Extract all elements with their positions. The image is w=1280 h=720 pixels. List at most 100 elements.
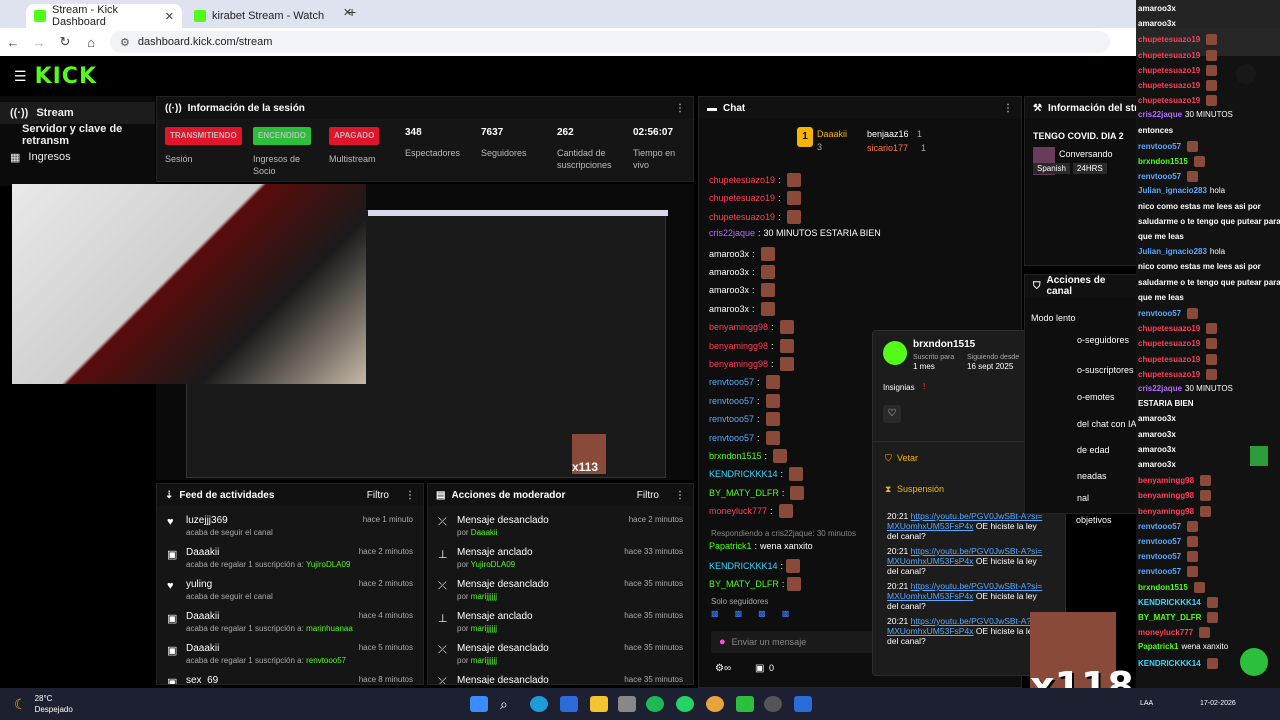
chat-user[interactable]: brxndon1515 bbox=[709, 451, 762, 461]
chat-user[interactable]: renvtooo57 bbox=[709, 414, 754, 424]
activity-recipient[interactable]: renvtooo57 bbox=[306, 656, 346, 665]
more-icon[interactable]: ⋮ bbox=[675, 103, 685, 114]
tab-kick-dashboard[interactable]: Stream - Kick Dashboard ✕ bbox=[26, 4, 182, 28]
chat-message[interactable]: cris22jaque:30 MINUTOS ESTARIA BIEN bbox=[709, 228, 881, 238]
xbox-icon[interactable] bbox=[736, 696, 754, 712]
chat-message[interactable]: BY_MATY_DLFR: bbox=[709, 577, 802, 591]
more-icon[interactable]: ⋮ bbox=[1003, 103, 1013, 114]
chat-message[interactable]: amaroo3x: bbox=[709, 301, 775, 316]
chat-user[interactable]: KENDRICKKK14 bbox=[709, 469, 778, 479]
chat-user[interactable]: amaroo3x bbox=[709, 285, 749, 295]
folder-icon[interactable] bbox=[590, 696, 608, 712]
chat-user[interactable]: renvtooo57 bbox=[709, 433, 754, 443]
chat-message[interactable]: benyamingg98: bbox=[709, 338, 794, 353]
emote-icon[interactable]: ▩ bbox=[758, 609, 766, 625]
more-icon[interactable]: ⋮ bbox=[675, 490, 685, 501]
channel-action-item[interactable]: neadas bbox=[1077, 471, 1107, 481]
chat-user[interactable]: Papatrick1 bbox=[709, 541, 752, 551]
address-bar[interactable]: ⚙ dashboard.kick.com/stream bbox=[110, 31, 1110, 53]
channel-action-item[interactable]: o-suscriptores bbox=[1077, 365, 1134, 375]
channel-action-item[interactable]: de edad bbox=[1077, 445, 1110, 455]
chat-message[interactable]: amaroo3x: bbox=[709, 246, 775, 261]
emote-icon[interactable]: ▩ bbox=[711, 609, 719, 625]
menu-icon[interactable]: ☰ bbox=[14, 68, 27, 85]
sidebar-item-ingresos[interactable]: ▦ Ingresos bbox=[0, 146, 155, 168]
chat-user[interactable]: chupetesuazo19 bbox=[709, 212, 775, 222]
language-indicator[interactable]: LAA bbox=[1140, 700, 1153, 707]
mod-user[interactable]: marijjjjjj bbox=[471, 624, 497, 633]
sidebar-item-stream[interactable]: ((·)) Stream bbox=[0, 102, 155, 124]
home-icon[interactable]: ⌂ bbox=[78, 35, 104, 50]
emote-icon[interactable]: ▩ bbox=[735, 609, 743, 625]
mod-user[interactable]: marijjjjjj bbox=[471, 656, 497, 665]
top-gifter-name[interactable]: Daaakii bbox=[817, 129, 847, 139]
chat-user[interactable]: chupetesuazo19 bbox=[709, 175, 775, 185]
chat-message[interactable]: chupetesuazo19: bbox=[709, 191, 801, 206]
reload-icon[interactable]: ↻ bbox=[52, 34, 78, 50]
chat-user[interactable]: benyamingg98 bbox=[709, 359, 768, 369]
chat-user[interactable]: renvtooo57 bbox=[709, 377, 754, 387]
filter-button[interactable]: Filtro bbox=[637, 490, 659, 501]
activity-recipient[interactable]: YujiroDLA09 bbox=[306, 560, 350, 569]
mic-icon[interactable]: ● bbox=[719, 636, 726, 648]
chat-message[interactable]: Papatrick1: wena xanxito bbox=[709, 541, 813, 551]
chrome-icon[interactable] bbox=[706, 696, 724, 712]
chat-user[interactable]: chupetesuazo19 bbox=[709, 193, 775, 203]
chat-message[interactable]: benyamingg98: bbox=[709, 320, 794, 335]
chat-user[interactable]: benyamingg98 bbox=[709, 322, 768, 332]
clock-date[interactable]: 17-02-2026 bbox=[1200, 700, 1236, 707]
chat-message[interactable]: amaroo3x: bbox=[709, 265, 775, 279]
chat-user[interactable]: BY_MATY_DLFR bbox=[709, 488, 779, 498]
points-icon[interactable]: ▣ bbox=[755, 663, 764, 674]
activity-recipient[interactable]: marinhuanaa bbox=[306, 624, 353, 633]
kick-logo[interactable]: KICK bbox=[35, 64, 97, 89]
weather-widget[interactable]: 28°C Despejado bbox=[35, 693, 73, 715]
site-info-icon[interactable]: ⚙ bbox=[120, 36, 130, 49]
whatsapp-icon[interactable] bbox=[1240, 648, 1268, 676]
forward-icon[interactable]: → bbox=[26, 35, 52, 50]
more-icon[interactable]: ⋮ bbox=[405, 490, 415, 501]
chat-message[interactable]: moneyluck777: bbox=[709, 504, 793, 519]
channel-action-item[interactable]: o-emotes bbox=[1077, 392, 1115, 402]
spotify-icon[interactable] bbox=[646, 696, 664, 712]
new-tab-button[interactable]: + bbox=[348, 4, 356, 20]
chat-message[interactable]: renvtooo57: bbox=[709, 393, 780, 408]
search-icon[interactable]: ⌕ bbox=[500, 696, 518, 712]
channel-action-item[interactable]: Modo lento bbox=[1031, 313, 1076, 323]
chat-message[interactable]: chupetesuazo19: bbox=[709, 209, 801, 224]
chat-user[interactable]: amaroo3x bbox=[709, 249, 749, 259]
chat-user[interactable]: amaroo3x bbox=[709, 267, 749, 277]
chat-message[interactable]: KENDRICKKK14: bbox=[709, 467, 804, 482]
gifter-name[interactable]: sicario177 bbox=[867, 143, 908, 153]
chat-user[interactable]: cris22jaque bbox=[709, 228, 755, 238]
channel-action-item[interactable]: o-seguidores bbox=[1077, 335, 1129, 345]
mod-user[interactable]: YujiroDLA09 bbox=[471, 560, 515, 569]
edge-icon[interactable] bbox=[530, 696, 548, 712]
chat-message[interactable]: chupetesuazo19: bbox=[709, 173, 801, 187]
gifter-name[interactable]: benjaaz16 bbox=[867, 129, 909, 139]
windows-start-icon[interactable] bbox=[470, 696, 488, 712]
chat-message[interactable]: benyamingg98: bbox=[709, 357, 794, 371]
chat-user[interactable]: KENDRICKKK14 bbox=[709, 561, 778, 571]
settings-icon[interactable]: ⚙∞ bbox=[715, 663, 731, 674]
sidebar-item-server-key[interactable]: Servidor y clave de retransm bbox=[0, 123, 155, 147]
mod-user[interactable]: marijjjjjj bbox=[471, 592, 497, 601]
channel-action-item[interactable]: del chat con IA bbox=[1077, 419, 1137, 429]
chat-user[interactable]: amaroo3x bbox=[709, 304, 749, 314]
green-button[interactable] bbox=[1250, 446, 1268, 466]
tab-kirabet-stream[interactable]: kirabet Stream - Watch Live on bbox=[186, 4, 336, 28]
chat-user[interactable]: moneyluck777 bbox=[709, 506, 767, 516]
chat-user[interactable]: BY_MATY_DLFR bbox=[709, 579, 779, 589]
close-icon[interactable]: ✕ bbox=[165, 10, 174, 23]
filter-button[interactable]: Filtro bbox=[367, 490, 389, 501]
chat-message[interactable]: renvtooo57: bbox=[709, 412, 780, 427]
chat-user[interactable]: benyamingg98 bbox=[709, 341, 768, 351]
obs-icon[interactable] bbox=[764, 696, 782, 712]
store-icon[interactable] bbox=[560, 696, 578, 712]
channel-action-item[interactable]: nal bbox=[1077, 493, 1089, 503]
mod-user[interactable]: Daaakii bbox=[471, 528, 498, 537]
whatsapp-taskbar-icon[interactable] bbox=[676, 696, 694, 712]
heart-button[interactable]: ♡ bbox=[883, 405, 901, 423]
chat-message[interactable]: brxndon1515: bbox=[709, 449, 788, 463]
notepad-icon[interactable] bbox=[794, 696, 812, 712]
